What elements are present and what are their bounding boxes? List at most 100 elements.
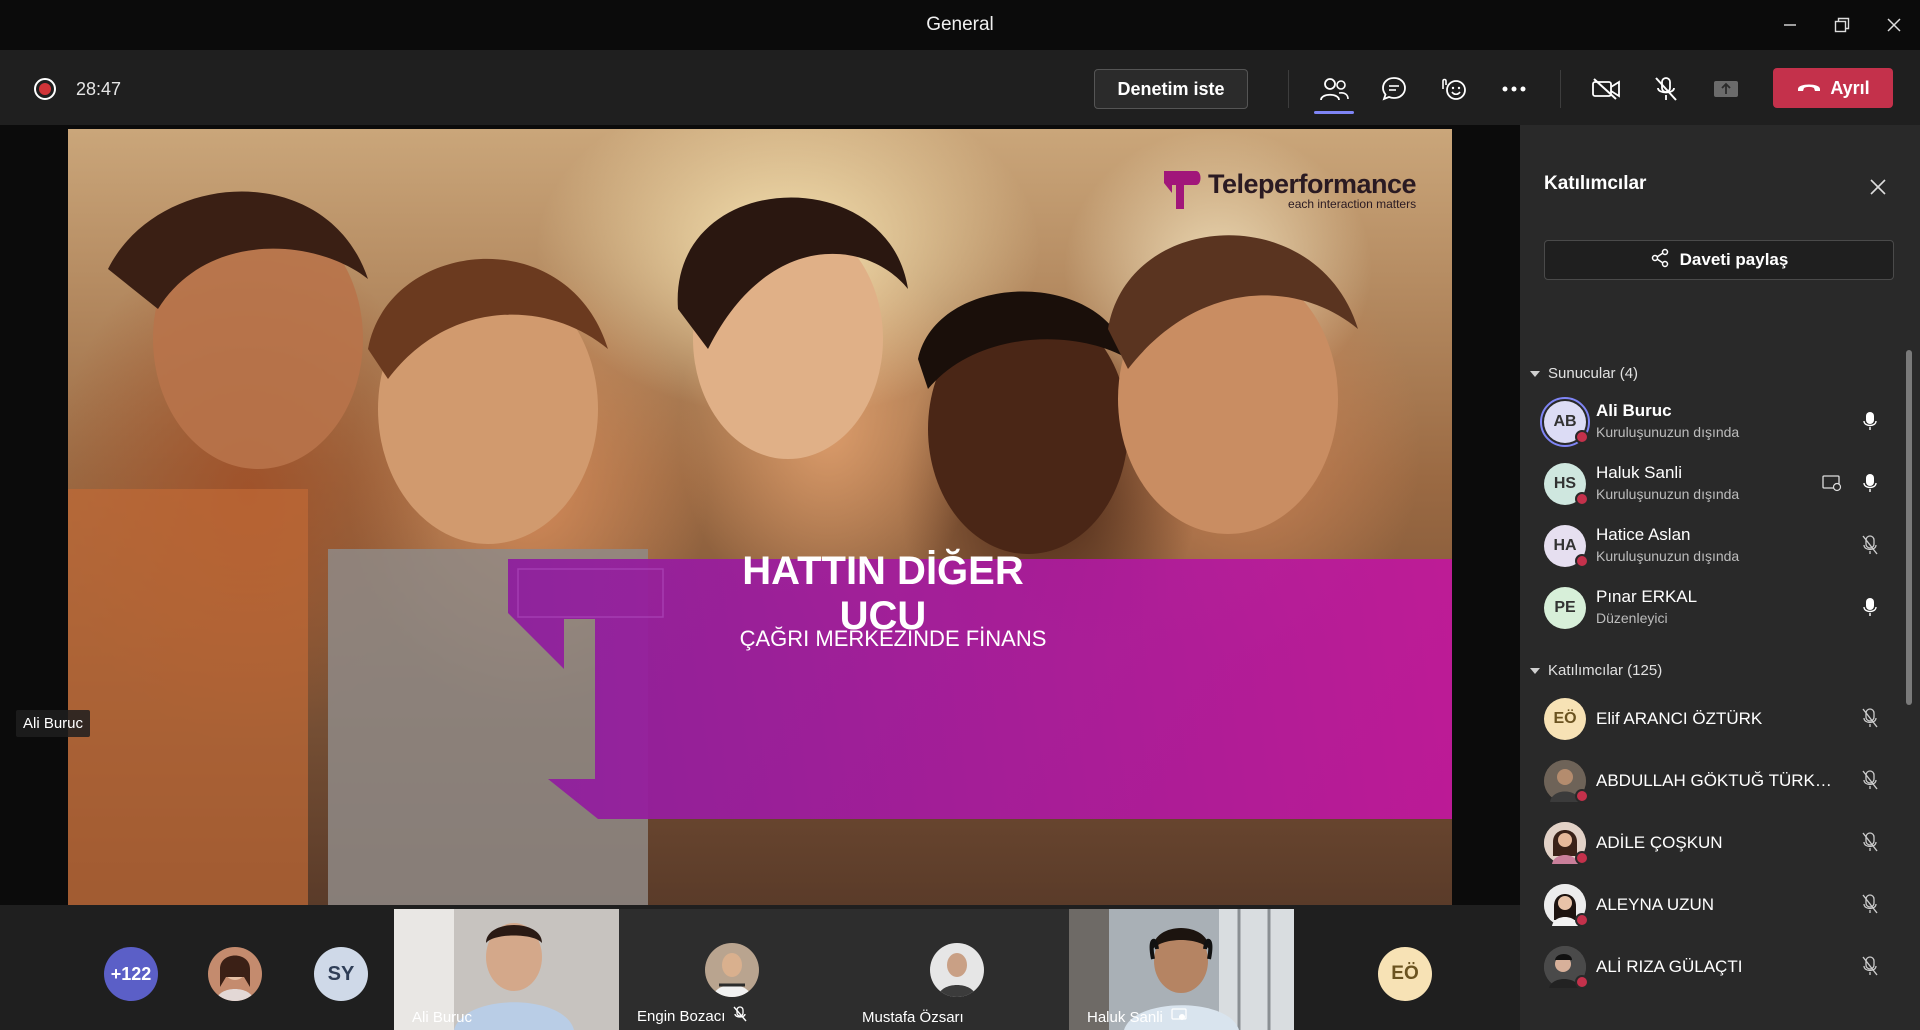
participant-avatar[interactable] [208,947,262,1001]
participant-subtitle: Kuruluşunuzun dışında [1596,486,1740,502]
status-badge [1575,789,1589,803]
share-screen-icon[interactable] [1706,70,1746,108]
panel-scrollbar[interactable] [1906,350,1912,705]
sharing-screen-icon [1820,471,1844,495]
participant-row[interactable]: ALİ RIZA GÜLAÇTI [1544,940,1894,996]
toolbar-divider [1560,70,1561,108]
chevron-down-icon [1530,370,1540,377]
panel-title: Katılımcılar [1544,173,1647,194]
avatar-initials: HS [1553,475,1577,492]
avatar [1544,760,1589,803]
tile-name-row: Engin Bozacı [637,1006,747,1026]
participant-row[interactable]: PE Pınar ERKAL Düzenleyici [1544,581,1894,637]
video-tile[interactable]: Haluk Sanli [1069,909,1294,1030]
camera-off-icon[interactable] [1586,70,1626,108]
participants-icon[interactable] [1314,70,1354,114]
close-icon[interactable] [1864,173,1892,201]
participant-strip: +122 SY Ali Buruc Engin Bozacı Mustafa Ö… [0,905,1520,1030]
minimize-icon[interactable] [1764,0,1816,50]
presentation-slide: Teleperformance each interaction matters… [68,129,1452,905]
participant-row[interactable]: ABDULLAH GÖKTUĞ TÜRKO... [1544,754,1894,810]
status-badge [1575,913,1589,927]
close-window-icon[interactable] [1868,0,1920,50]
participant-subtitle: Kuruluşunuzun dışında [1596,548,1740,564]
status-badge [1575,851,1589,865]
presenters-header-label: Sunucular (4) [1548,365,1639,382]
toolbar-divider [1288,70,1289,108]
participant-row[interactable]: HS Haluk Sanli Kuruluşunuzun dışında [1544,457,1894,513]
mic-on-icon [1858,409,1882,433]
status-badge [1575,975,1589,989]
presenters-section-header[interactable]: Sunucular (4) [1530,365,1638,382]
overflow-participants[interactable]: +122 [104,947,158,1001]
more-options-icon[interactable] [1494,70,1534,108]
status-badge [1575,492,1589,506]
mic-off-icon [1858,892,1882,916]
mic-off-icon [733,1006,747,1026]
participant-avatar [704,943,759,997]
share-icon [1650,248,1670,273]
mic-off-icon [1858,954,1882,978]
mic-off-icon[interactable] [1646,70,1686,108]
avatar: HS [1544,463,1589,506]
participant-name: Elif ARANCI ÖZTÜRK [1596,709,1763,728]
meeting-toolbar: 28:47 Denetim iste Ayrıl [0,50,1920,125]
title-bar: General [0,0,1920,50]
mic-off-icon [1858,830,1882,854]
meeting-timer: 28:47 [76,79,122,99]
mic-off-icon [1858,706,1882,730]
avatar-initials: AB [1553,413,1577,430]
participant-avatar-eo[interactable]: EÖ [1378,947,1432,1001]
status-badge [1575,554,1589,568]
participant-name: Pınar ERKAL [1596,587,1698,606]
shared-content-stage: Teleperformance each interaction matters… [0,125,1520,905]
restore-icon[interactable] [1816,0,1868,50]
participant-row[interactable]: AB Ali Buruc Kuruluşunuzun dışında [1540,395,1894,451]
share-invite-button[interactable]: Daveti paylaş [1544,240,1894,280]
request-control-button[interactable]: Denetim iste [1094,69,1248,109]
teleperformance-logo-mark [1164,171,1201,209]
participant-name: ABDULLAH GÖKTUĞ TÜRKO... [1596,771,1836,790]
participant-row[interactable]: HA Hatice Aslan Kuruluşunuzun dışında [1544,519,1894,575]
tile-name-row: Haluk Sanli [1087,1008,1187,1026]
slide-subtitle: ÇAĞRI MERKEZİNDE FİNANS [739,626,1047,651]
participant-row[interactable]: EÖ Elif ARANCI ÖZTÜRK [1544,692,1894,748]
mic-on-icon [1858,595,1882,619]
tile-name: Mustafa Özsarı [862,1009,964,1026]
avatar: EÖ [1544,698,1586,740]
attendees-section-header[interactable]: Katılımcılar (125) [1530,662,1662,679]
mic-on-icon [1858,471,1882,495]
video-tile[interactable]: Ali Buruc [394,909,619,1030]
reactions-icon[interactable] [1434,70,1474,108]
avatar [1544,946,1589,989]
avatar: AB [1540,397,1590,447]
leave-label: Ayrıl [1830,77,1870,98]
avatar-initials: PE [1554,599,1576,616]
avatar: HA [1544,525,1589,568]
mic-off-icon [1858,768,1882,792]
mic-off-icon [1858,533,1882,557]
participant-name: ALEYNA UZUN [1596,895,1715,914]
participants-panel: Katılımcılar Daveti paylaş Sunucular (4)… [1520,125,1920,1030]
window-controls [1764,0,1920,50]
window-title: General [926,14,994,35]
participant-name: Haluk Sanli [1596,463,1682,482]
leave-button[interactable]: Ayrıl [1773,68,1893,108]
participant-avatar-sy[interactable]: SY [314,947,368,1001]
chat-icon[interactable] [1374,70,1414,108]
participant-name: Ali Buruc [1596,401,1672,420]
video-tile[interactable]: Engin Bozacı [619,909,844,1030]
status-badge [1575,430,1589,444]
avatar-initials: HA [1553,537,1577,554]
recording-icon [34,78,56,100]
phone-hangup-icon [1796,78,1822,99]
participant-subtitle: Düzenleyici [1596,610,1668,626]
video-tile[interactable]: Mustafa Özsarı [844,909,1069,1030]
participant-row[interactable]: ALEYNA UZUN [1544,878,1894,934]
tile-name: Ali Buruc [412,1009,473,1026]
participant-name: ALİ RIZA GÜLAÇTI [1596,957,1743,976]
participant-row[interactable]: ADİLE ÇOŞKUN [1544,816,1894,872]
participant-avatar [929,943,984,997]
presenter-name-tag: Ali Buruc [16,710,91,737]
attendees-header-label: Katılımcılar (125) [1548,662,1663,679]
